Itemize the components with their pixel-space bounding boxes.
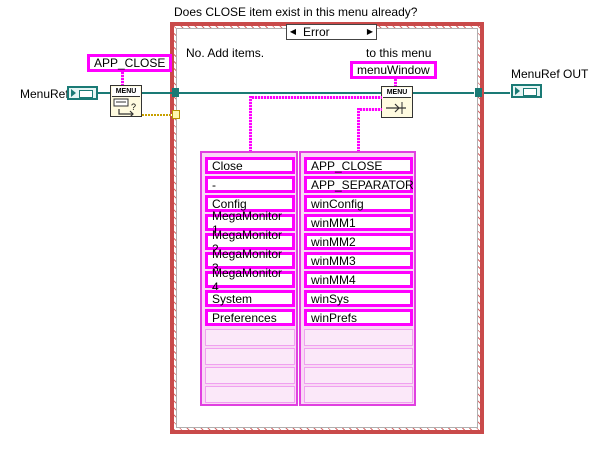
case-selector-value: Error <box>303 25 330 39</box>
empty-element[interactable] <box>205 348 295 365</box>
app-close-constant[interactable]: APP_CLOSE <box>87 54 173 72</box>
menu-insert-icon <box>386 102 406 114</box>
menuref-output-label: MenuRef OUT <box>511 67 589 81</box>
item-tags-array[interactable]: APP_CLOSE APP_SEPARATOR winConfig winMM1… <box>299 151 416 406</box>
menuref-input-terminal[interactable] <box>67 86 98 100</box>
case-selector[interactable]: ◀ Error ▶ <box>286 24 377 40</box>
list-item[interactable]: winMM1 <box>304 214 413 231</box>
list-item[interactable]: winMM4 <box>304 271 413 288</box>
insert-menu-items-subvi-label: MENU <box>383 88 411 98</box>
app-close-constant-text: APP_CLOSE <box>94 56 166 70</box>
refnum-icon <box>523 88 537 96</box>
item-names-array[interactable]: Close - Config MegaMonitor 1 MegaMonitor… <box>200 151 298 406</box>
comment-no-add-items: No. Add items. <box>186 46 265 60</box>
list-item[interactable]: MegaMonitor 4 <box>205 266 295 294</box>
list-item[interactable]: - <box>205 176 295 193</box>
list-item[interactable]: Close <box>205 157 295 174</box>
list-item[interactable]: APP_CLOSE <box>304 157 413 174</box>
menuref-output-terminal[interactable] <box>511 84 542 98</box>
list-item[interactable]: System <box>205 290 295 307</box>
find-menu-item-subvi[interactable]: MENU ? <box>110 85 142 117</box>
empty-element[interactable] <box>205 329 295 346</box>
empty-element[interactable] <box>205 367 295 384</box>
insert-menu-items-subvi[interactable]: MENU <box>381 86 413 118</box>
case-title: Does CLOSE item exist in this menu alrea… <box>174 5 418 19</box>
empty-element[interactable] <box>304 329 413 346</box>
list-item[interactable]: APP_SEPARATOR <box>304 176 414 193</box>
found-boolean-wire <box>142 114 172 116</box>
list-item[interactable]: winSys <box>304 290 413 307</box>
boolean-tunnel[interactable] <box>172 110 180 119</box>
terminal-arrow-icon <box>71 89 76 97</box>
menu-window-constant[interactable]: menuWindow <box>350 61 437 79</box>
empty-element[interactable] <box>304 367 413 384</box>
find-menu-item-subvi-label: MENU <box>112 87 140 97</box>
item-tags-wire-v <box>357 108 360 152</box>
list-item[interactable]: winPrefs <box>304 309 413 326</box>
item-tags-wire-h <box>357 108 382 111</box>
ref-wire-out <box>484 92 510 94</box>
comment-to-this-menu: to this menu <box>366 46 432 60</box>
empty-element[interactable] <box>304 386 413 403</box>
case-output-tunnel[interactable] <box>475 88 482 97</box>
case-input-tunnel[interactable] <box>172 88 179 97</box>
ref-wire-through <box>141 92 474 94</box>
decrement-arrow-icon[interactable]: ◀ <box>287 25 299 39</box>
ref-wire-in <box>98 92 110 94</box>
item-names-wire-v <box>249 96 252 152</box>
list-item[interactable]: winMM3 <box>304 252 413 269</box>
app-close-wire <box>121 72 124 86</box>
terminal-arrow-icon <box>515 87 520 95</box>
menu-find-icon: ? <box>113 98 136 117</box>
menu-window-constant-text: menuWindow <box>357 63 430 77</box>
list-item[interactable]: Preferences <box>205 309 295 326</box>
menuref-input-label: MenuRef <box>20 87 69 101</box>
refnum-icon <box>79 90 93 98</box>
list-item[interactable]: winMM2 <box>304 233 413 250</box>
list-item[interactable]: winConfig <box>304 195 413 212</box>
increment-arrow-icon[interactable]: ▶ <box>364 25 376 39</box>
item-names-wire-h <box>249 96 382 99</box>
empty-element[interactable] <box>205 386 295 403</box>
empty-element[interactable] <box>304 348 413 365</box>
svg-text:?: ? <box>131 102 136 112</box>
